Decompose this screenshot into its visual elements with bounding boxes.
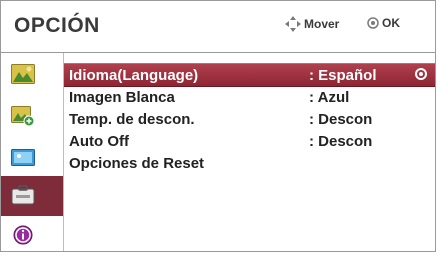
dpad-icon bbox=[285, 16, 301, 32]
page-title: OPCIÓN bbox=[14, 14, 100, 37]
toolbox-icon bbox=[11, 185, 35, 205]
menu-row-label: Auto Off bbox=[69, 133, 129, 150]
menu-row-value: : Español bbox=[309, 67, 377, 84]
sidebar-item-picture[interactable] bbox=[1, 59, 63, 93]
sidebar-item-options[interactable] bbox=[1, 176, 63, 216]
menu-row-value: : Descon bbox=[309, 133, 373, 150]
menu-row-sleep-timer[interactable]: Temp. de descon. : Descon bbox=[64, 108, 435, 130]
sidebar-item-picture-plus[interactable] bbox=[1, 101, 63, 135]
sidebar-item-info[interactable] bbox=[1, 218, 63, 252]
menu-row-label: Imagen Blanca bbox=[69, 89, 175, 106]
options-list: Idioma(Language) : Español Imagen Blanca… bbox=[64, 53, 435, 251]
menu-row-label: Temp. de descon. bbox=[69, 111, 195, 128]
menu-row-auto-off[interactable]: Auto Off : Descon bbox=[64, 130, 435, 152]
osd-window: OPCIÓN Mover OK Idioma(Language): Españ… bbox=[0, 0, 436, 252]
menu-row-white-image[interactable]: Imagen Blanca : Azul bbox=[64, 86, 435, 108]
move-hint: Mover bbox=[285, 16, 339, 32]
menu-row-reset-options[interactable]: Opciones de Reset bbox=[64, 152, 435, 174]
screen-icon bbox=[11, 149, 35, 166]
radio-selected-icon bbox=[415, 68, 427, 80]
ok-hint-label: OK bbox=[382, 16, 400, 30]
menu-header: OPCIÓN Mover OK bbox=[1, 1, 435, 53]
menu-row-value: : Azul bbox=[309, 89, 350, 106]
picture-icon bbox=[11, 64, 35, 84]
menu-row-language[interactable]: Idioma(Language) : Español bbox=[64, 63, 435, 87]
info-icon bbox=[13, 225, 33, 245]
picture-plus-icon bbox=[11, 106, 35, 126]
ok-hint: OK bbox=[367, 16, 400, 30]
menu-row-value: : Descon bbox=[309, 111, 373, 128]
category-sidebar bbox=[1, 53, 64, 251]
move-hint-label: Mover bbox=[304, 17, 340, 31]
ok-button-icon bbox=[367, 17, 379, 29]
sidebar-item-screen[interactable] bbox=[1, 142, 63, 176]
menu-row-label: Opciones de Reset bbox=[69, 155, 205, 172]
menu-row-label: Idioma(Language) bbox=[69, 67, 199, 84]
